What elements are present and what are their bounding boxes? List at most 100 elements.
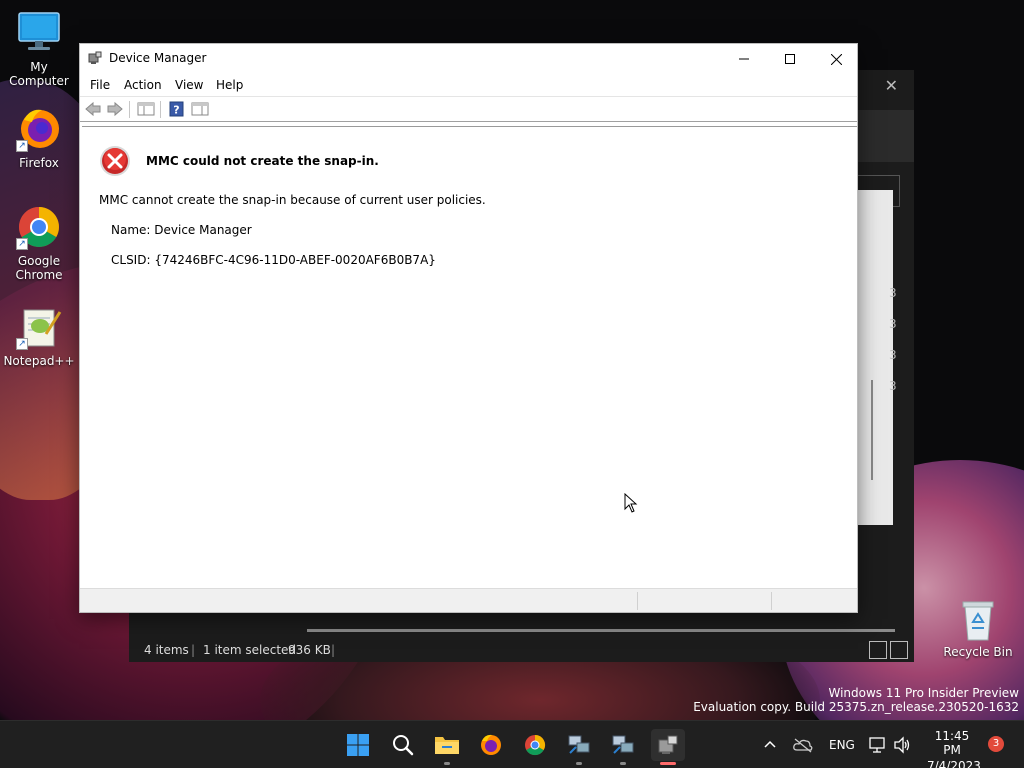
status-divider [637, 592, 638, 610]
title-bar[interactable]: Device Manager [80, 44, 857, 74]
running-indicator [620, 762, 626, 765]
windows-evaluation-watermark: Windows 11 Pro Insider Preview Evaluatio… [693, 686, 1019, 714]
running-indicator [444, 762, 450, 765]
large-icons-view-icon[interactable] [890, 641, 908, 659]
minimize-icon [739, 58, 749, 60]
desktop-icon-label: Notepad++ [3, 354, 75, 368]
minimize-button[interactable] [721, 44, 767, 74]
status-selected: 1 item selected [203, 643, 297, 657]
windows-logo-icon [347, 734, 369, 756]
start-button[interactable] [342, 729, 374, 761]
explorer-horizontal-scrollbar[interactable] [307, 629, 895, 632]
firefox-icon: ↗ [16, 106, 62, 152]
menu-file[interactable]: File [90, 78, 110, 92]
snap-in-error-pane: MMC could not create the snap-in. MMC ca… [82, 126, 857, 588]
status-divider: | [191, 643, 196, 657]
desktop-icon-label: Firefox [19, 156, 59, 170]
recycle-bin-icon [962, 601, 994, 641]
snap-in-name: Name: Device Manager [111, 223, 252, 237]
mouse-pointer-icon [624, 493, 638, 513]
close-icon [830, 53, 842, 65]
explorer-vertical-scrollbar[interactable] [871, 380, 873, 480]
taskbar-remote-app-2[interactable] [607, 729, 639, 765]
toolbar-separator [160, 101, 161, 118]
status-item-count: 4 items [144, 643, 189, 657]
menu-action[interactable]: Action [124, 78, 162, 92]
clock-date: 7/4/2023 [927, 759, 981, 768]
status-size: 936 KB [288, 643, 331, 657]
notification-badge[interactable]: 3 [988, 736, 1004, 752]
watermark-line-1: Windows 11 Pro Insider Preview [828, 686, 1019, 700]
taskbar-device-manager[interactable] [651, 729, 685, 765]
clock-time: 11:45 PM [934, 729, 970, 757]
chrome-icon: ↗ [16, 204, 62, 250]
show-hide-console-tree-icon[interactable] [137, 101, 155, 117]
svg-text:?: ? [173, 104, 179, 117]
network-computers-icon [568, 735, 590, 754]
details-view-icon[interactable] [869, 641, 887, 659]
error-title: MMC could not create the snap-in. [146, 154, 379, 168]
menu-help[interactable]: Help [216, 78, 243, 92]
folder-icon [435, 737, 459, 754]
explorer-preview-panel [858, 190, 893, 525]
status-bar [80, 588, 857, 612]
device-manager-window[interactable]: Device Manager File Action View Help ? M… [79, 43, 858, 613]
menu-view[interactable]: View [175, 78, 203, 92]
explorer-row-value: 3 [889, 317, 897, 331]
search-icon [393, 735, 414, 756]
show-action-pane-icon[interactable] [191, 101, 209, 117]
input-language-indicator[interactable]: ENG [829, 738, 855, 752]
watermark-line-2: Evaluation copy. Build 25375.zn_release.… [693, 700, 1019, 714]
taskbar: ENG 11:45 PM 7/4/2023 [0, 720, 1024, 768]
taskbar-chrome[interactable] [519, 729, 551, 761]
explorer-close-icon[interactable]: ✕ [885, 76, 898, 95]
shortcut-arrow-icon: ↗ [16, 140, 28, 152]
taskbar-remote-app-1[interactable] [563, 729, 595, 765]
desktop-icon-google-chrome[interactable]: ↗ Google Chrome [1, 204, 77, 282]
clock[interactable]: 11:45 PM 7/4/2023 [927, 729, 981, 768]
forward-arrow-icon[interactable] [106, 101, 124, 117]
maximize-icon [785, 54, 795, 64]
menu-bar: File Action View Help [80, 74, 857, 96]
active-app-indicator [660, 762, 676, 765]
taskbar-file-explorer[interactable] [431, 729, 463, 765]
desktop-icon-my-computer[interactable]: My Computer [1, 10, 77, 88]
network-icon[interactable] [869, 736, 887, 754]
notepadplusplus-icon: ↗ [16, 304, 62, 350]
device-manager-app-icon [88, 51, 102, 64]
desktop-icon-firefox[interactable]: ↗ Firefox [1, 106, 77, 170]
device-manager-icon [658, 735, 678, 754]
status-divider [771, 592, 772, 610]
running-indicator [576, 762, 582, 765]
window-title: Device Manager [109, 51, 207, 65]
shortcut-arrow-icon: ↗ [16, 238, 28, 250]
close-button[interactable] [813, 44, 859, 74]
onedrive-offline-icon[interactable] [793, 737, 813, 753]
maximize-button[interactable] [767, 44, 813, 74]
toolbar: ? [80, 96, 857, 122]
chrome-icon [525, 734, 546, 756]
explorer-row-value: 3 [889, 286, 897, 300]
taskbar-firefox[interactable] [475, 729, 507, 761]
back-arrow-icon[interactable] [84, 101, 102, 117]
status-divider: | [331, 643, 336, 657]
explorer-row-value: 3 [889, 379, 897, 393]
explorer-toolbar-area [858, 110, 914, 162]
recycle-bin-label: Recycle Bin [943, 645, 1013, 659]
shortcut-arrow-icon: ↗ [16, 338, 28, 350]
monitor-icon [16, 10, 62, 56]
desktop-icon-notepadplusplus[interactable]: ↗ Notepad++ [1, 304, 77, 368]
explorer-status-bar: 4 items | 1 item selected 936 KB | [129, 638, 914, 662]
error-icon [100, 146, 130, 176]
desktop-icon-label: My Computer [9, 60, 69, 88]
firefox-icon [481, 734, 501, 755]
desktop-icon-recycle-bin[interactable]: Recycle Bin [940, 598, 1016, 659]
taskbar-search-button[interactable] [387, 729, 419, 761]
error-message: MMC cannot create the snap-in because of… [99, 193, 486, 207]
volume-icon[interactable] [893, 736, 911, 754]
network-computers-icon [612, 735, 634, 754]
toolbar-separator [129, 101, 130, 118]
help-icon[interactable]: ? [168, 101, 186, 117]
show-hidden-icons-chevron-icon[interactable] [764, 739, 776, 749]
snap-in-clsid: CLSID: {74246BFC-4C96-11D0-ABEF-0020AF6B… [111, 253, 436, 267]
